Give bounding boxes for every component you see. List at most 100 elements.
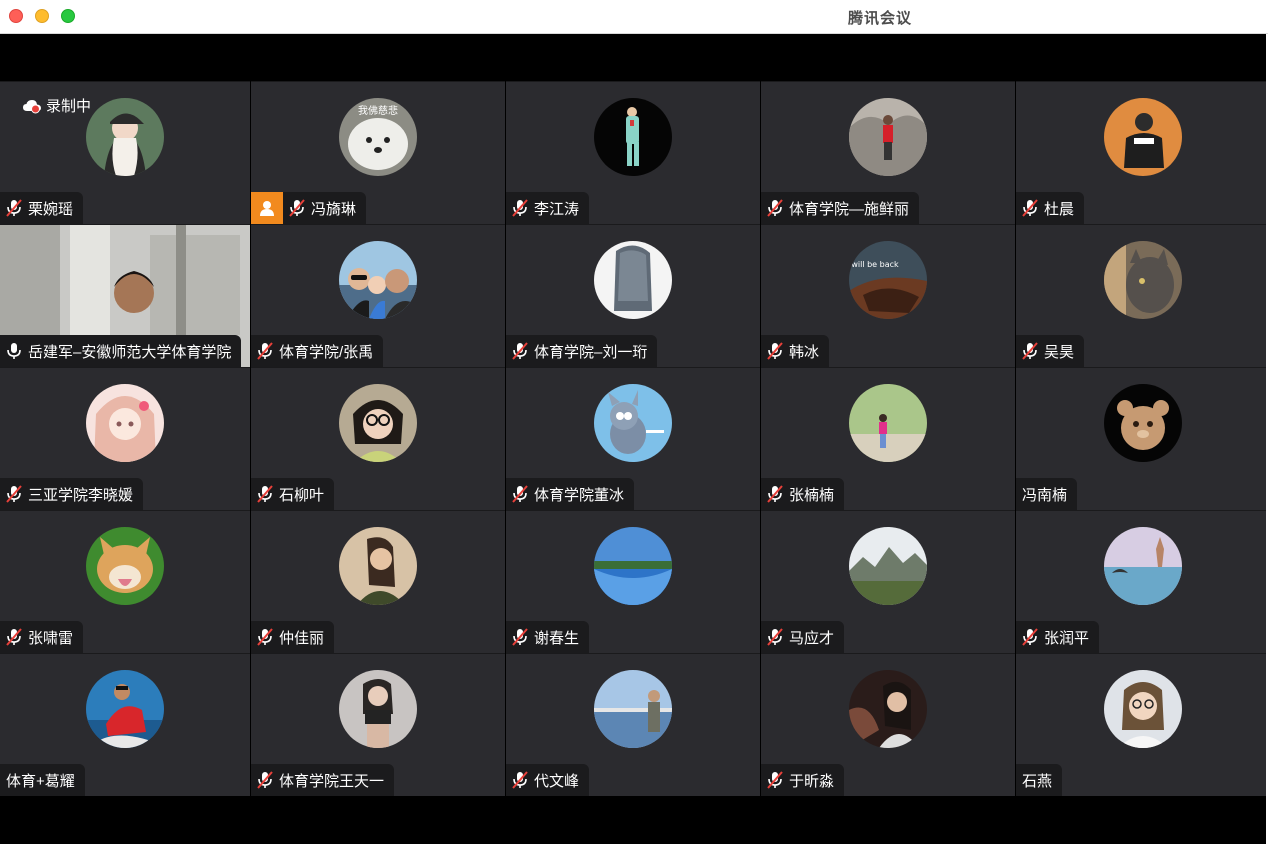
participant-tile[interactable]: 体育+葛耀 (0, 653, 250, 796)
participant-name-label: 三亚学院李晓媛 (0, 478, 144, 510)
participant-name: 体育学院/张禹 (279, 343, 374, 361)
participant-avatar (849, 384, 927, 462)
participant-name: 体育学院–刘一珩 (534, 343, 648, 361)
participant-tile[interactable]: 冯南楠 (1016, 367, 1268, 510)
participant-tile[interactable]: 石燕 (1016, 653, 1268, 796)
participant-name-label: 岳建军–安徽师范大学体育学院 (0, 335, 242, 367)
participant-avatar (86, 98, 164, 176)
participant-name-label: 冯旖琳 (283, 192, 367, 224)
mic-muted-icon (255, 627, 275, 647)
participant-tile[interactable]: 张楠楠 (761, 367, 1015, 510)
participant-name-label: 体育学院董冰 (506, 478, 635, 510)
mic-muted-icon (765, 484, 785, 504)
participant-name: 石燕 (1022, 772, 1053, 790)
participant-avatar: 我佛慈悲 (339, 98, 417, 176)
mic-muted-icon (510, 627, 530, 647)
mic-muted-icon (765, 341, 785, 361)
mic-muted-icon (1020, 198, 1040, 218)
participant-tile[interactable]: 体育学院–刘一珩 (506, 224, 760, 367)
participant-name: 岳建军–安徽师范大学体育学院 (28, 343, 232, 361)
participant-name: 代文峰 (534, 772, 580, 790)
participant-tile[interactable]: 仲佳丽 (251, 510, 505, 653)
participant-name: 三亚学院李晓媛 (28, 486, 134, 504)
participant-tile[interactable]: 体育学院王天一 (251, 653, 505, 796)
mic-muted-icon (4, 627, 24, 647)
participant-name: 栗婉瑶 (28, 200, 74, 218)
participant-tile[interactable]: 谢春生 (506, 510, 760, 653)
recording-indicator: 录制中 (22, 95, 91, 116)
mic-muted-icon (255, 341, 275, 361)
participant-name-label: 石柳叶 (251, 478, 335, 510)
mic-muted-icon (510, 198, 530, 218)
participant-avatar (1104, 384, 1182, 462)
participant-tile[interactable]: 体育学院董冰 (506, 367, 760, 510)
participant-name-label: 体育学院/张禹 (251, 335, 384, 367)
participant-tile[interactable]: 于昕淼 (761, 653, 1015, 796)
bottom-black-bar (0, 796, 1268, 844)
participant-tile[interactable]: will be back 韩冰 (761, 224, 1015, 367)
top-black-bar (0, 34, 1268, 81)
participant-tile[interactable]: 体育学院—施鲜丽 (761, 81, 1015, 224)
participant-name: 谢春生 (534, 629, 580, 647)
participant-name-label: 张楠楠 (761, 478, 845, 510)
participant-avatar (1104, 241, 1182, 319)
participant-tile[interactable]: 张啸雷 (0, 510, 250, 653)
participant-name-label: 谢春生 (506, 621, 590, 653)
participant-name-label: 体育+葛耀 (0, 764, 85, 796)
mic-muted-icon (765, 198, 785, 218)
participant-name-label: 石燕 (1016, 764, 1063, 796)
participant-name-label: 栗婉瑶 (0, 192, 84, 224)
participant-name-label: 马应才 (761, 621, 845, 653)
participant-name-label: 韩冰 (761, 335, 830, 367)
participant-avatar (1104, 670, 1182, 748)
participant-avatar (849, 527, 927, 605)
mic-muted-icon (1020, 627, 1040, 647)
participant-name: 冯旖琳 (311, 200, 357, 218)
participant-avatar (594, 384, 672, 462)
svg-text:will be back: will be back (851, 260, 899, 269)
participant-tile[interactable]: 我佛慈悲冯旖琳 (251, 81, 505, 224)
participant-tile[interactable]: 李江涛 (506, 81, 760, 224)
cloud-record-icon (23, 99, 41, 113)
participant-name: 韩冰 (789, 343, 820, 361)
mic-muted-icon (255, 770, 275, 790)
participant-avatar (594, 527, 672, 605)
participant-tile[interactable]: 石柳叶 (251, 367, 505, 510)
participant-avatar (339, 670, 417, 748)
participant-tile[interactable]: 杜晨 (1016, 81, 1268, 224)
participant-name: 体育学院—施鲜丽 (789, 200, 910, 218)
participant-name-label: 体育学院—施鲜丽 (761, 192, 920, 224)
participant-name: 李江涛 (534, 200, 580, 218)
participant-avatar (339, 527, 417, 605)
participant-tile[interactable]: 岳建军–安徽师范大学体育学院 (0, 224, 250, 367)
host-icon (251, 192, 283, 224)
participant-name: 于昕淼 (789, 772, 835, 790)
window-title: 腾讯会议 (847, 10, 912, 27)
participant-avatar (594, 98, 672, 176)
participant-name: 马应才 (789, 629, 835, 647)
participant-tile[interactable]: 张润平 (1016, 510, 1268, 653)
participant-tile[interactable]: 马应才 (761, 510, 1015, 653)
mic-muted-icon (255, 484, 275, 504)
participant-name-label: 张啸雷 (0, 621, 84, 653)
mic-icon (4, 341, 24, 361)
participant-avatar (1104, 98, 1182, 176)
participant-tile[interactable]: 代文峰 (506, 653, 760, 796)
mic-muted-icon (765, 770, 785, 790)
participant-tile[interactable]: 吴昊 (1016, 224, 1268, 367)
mic-muted-icon (510, 484, 530, 504)
participant-avatar (849, 98, 927, 176)
participant-tile[interactable]: 三亚学院李晓媛 (0, 367, 250, 510)
participant-name: 体育学院王天一 (279, 772, 385, 790)
participant-avatar: will be back (849, 241, 927, 319)
participant-name: 石柳叶 (279, 486, 325, 504)
participant-name: 冯南楠 (1022, 486, 1068, 504)
participant-name-label: 李江涛 (506, 192, 590, 224)
participant-avatar (1104, 527, 1182, 605)
participant-avatar (849, 670, 927, 748)
participant-name-label: 仲佳丽 (251, 621, 335, 653)
participant-tile[interactable]: 体育学院/张禹 (251, 224, 505, 367)
participant-tile[interactable]: 录制中栗婉瑶 (0, 81, 250, 224)
participant-name-label: 于昕淼 (761, 764, 845, 796)
meeting-window: 腾讯会议 录制中 栗婉瑶 我佛慈悲 冯旖琳 李江涛 体育学院—施鲜丽 杜晨 岳建军–安徽师范大… (0, 0, 1268, 844)
